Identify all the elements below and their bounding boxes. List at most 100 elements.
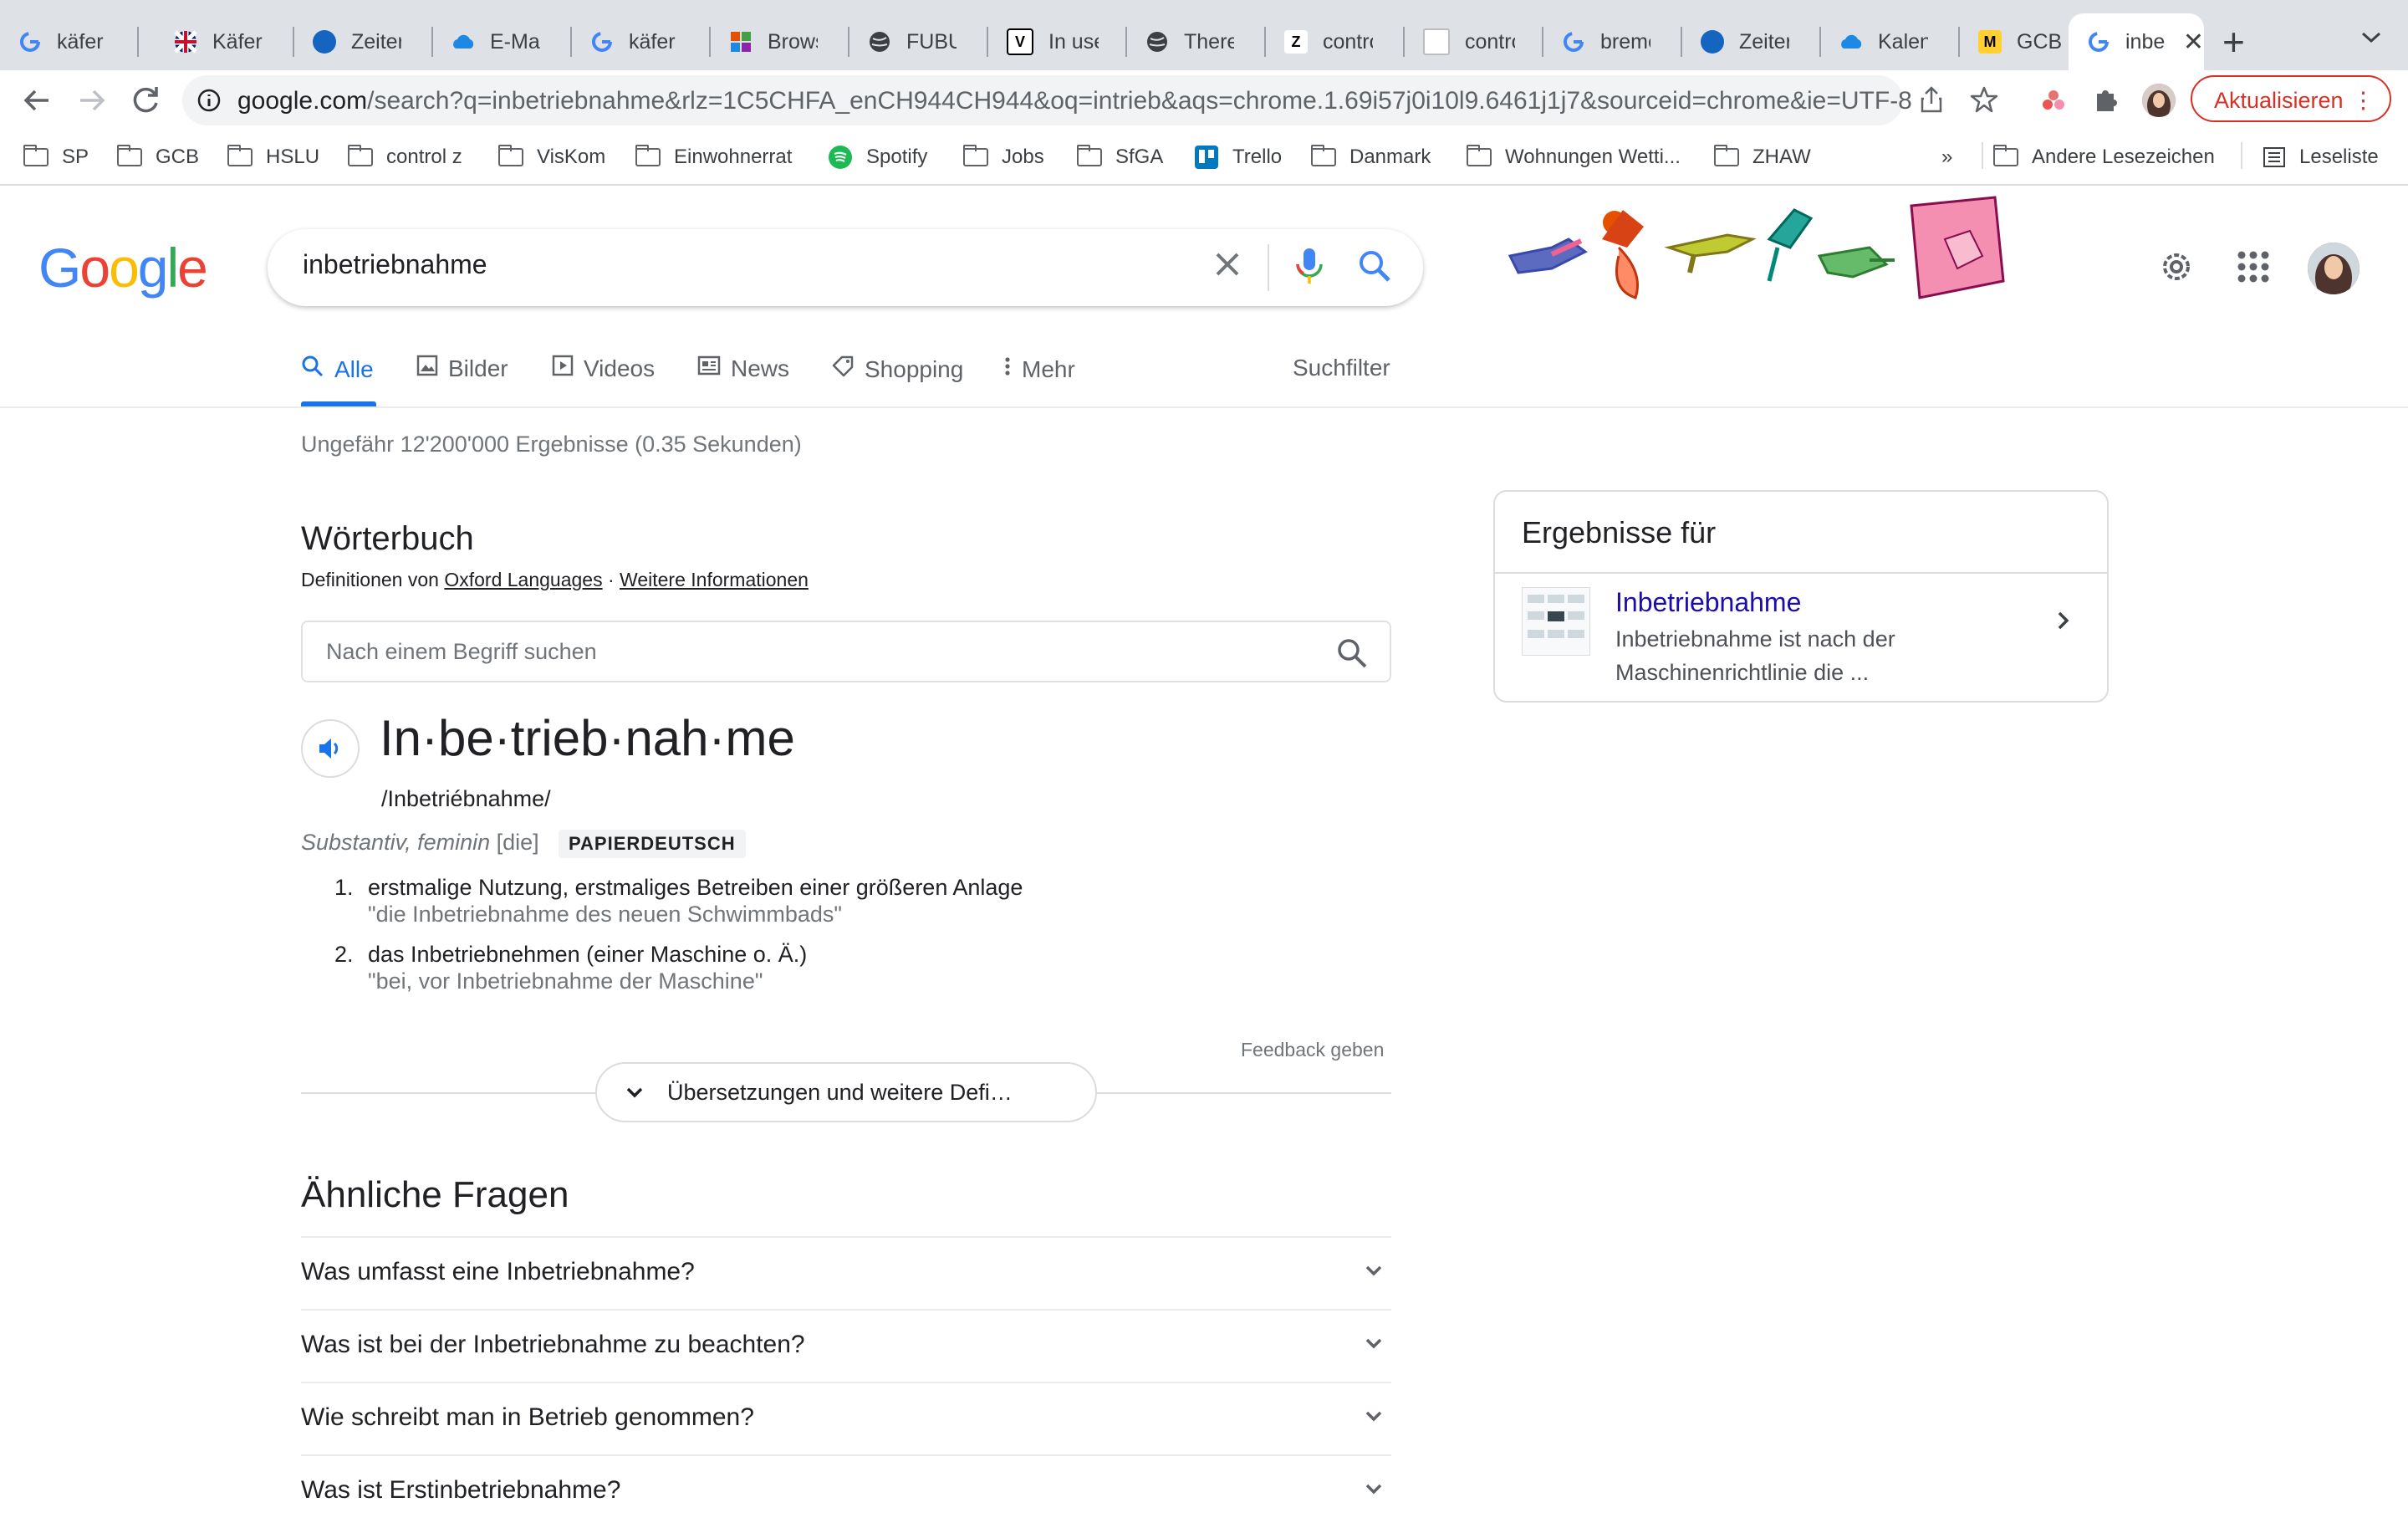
clear-search-icon[interactable]: [1211, 248, 1244, 290]
folder-icon: [1467, 145, 1492, 166]
tab-label: News: [731, 355, 790, 381]
bookmark-folder[interactable]: Wohnungen Wetti...: [1467, 144, 1681, 171]
chevron-down-icon[interactable]: [1361, 1258, 1386, 1283]
definition-text: erstmalige Nutzung, erstmaliges Betreibe…: [368, 875, 1023, 900]
voice-search-mic-icon[interactable]: [1293, 246, 1326, 292]
browser-tab[interactable]: käfer –: [0, 13, 139, 70]
new-tab-button[interactable]: +: [2222, 20, 2245, 64]
bookmark-label: control z: [386, 146, 462, 168]
more-definitions-button[interactable]: Übersetzungen und weitere Defi…: [595, 1062, 1097, 1122]
tab-search-chevron-icon[interactable]: [2360, 25, 2383, 52]
tab-news[interactable]: News: [697, 355, 789, 382]
browser-tab[interactable]: FUBU –: [849, 13, 988, 70]
browser-tab[interactable]: Zcontrol: [1266, 13, 1405, 70]
chevron-down-icon[interactable]: [1361, 1403, 1386, 1428]
related-question-row[interactable]: Was ist Erstinbetriebnahme?: [301, 1454, 1391, 1528]
profile-avatar[interactable]: [2308, 243, 2360, 294]
other-bookmarks-folder[interactable]: Andere Lesezeichen: [1993, 144, 2215, 171]
share-icon[interactable]: [1918, 85, 1945, 118]
bookmark-folder[interactable]: Einwohnerrat: [635, 144, 792, 171]
folder-icon: [1714, 145, 1739, 166]
tab-videos[interactable]: Videos: [552, 355, 655, 382]
bookmark-star-icon[interactable]: [1970, 85, 1998, 118]
google-logo[interactable]: Google: [38, 236, 208, 299]
zeiterfassung-icon: [1701, 30, 1724, 54]
browser-tab-active[interactable]: inbe ✕: [2069, 13, 2204, 70]
chevron-down-icon[interactable]: [1361, 1331, 1386, 1356]
more-info-link[interactable]: Weitere Informationen: [620, 569, 809, 590]
forward-button[interactable]: [72, 80, 112, 120]
tab-mehr[interactable]: Mehr: [1003, 355, 1075, 384]
bookmark-folder[interactable]: SfGA: [1077, 144, 1163, 171]
feedback-link[interactable]: Feedback geben: [1241, 1039, 1384, 1061]
bookmark-folder[interactable]: SP: [23, 144, 89, 171]
logo-letter: g: [137, 237, 169, 299]
browser-tab[interactable]: Kalende: [1821, 13, 1960, 70]
browser-tab[interactable]: käfer –: [572, 13, 711, 70]
browser-tab[interactable]: Browse: [711, 13, 849, 70]
more-vert-icon: ⋮: [2352, 88, 2375, 113]
related-question-row[interactable]: Was ist bei der Inbetriebnahme zu beacht…: [301, 1309, 1391, 1382]
bookmark-folder[interactable]: control z: [348, 144, 462, 171]
search-submit-icon[interactable]: [1356, 248, 1393, 289]
tab-alle[interactable]: Alle: [301, 355, 374, 384]
tools-button[interactable]: Suchfilter: [1293, 355, 1390, 381]
pronunciation-audio-button[interactable]: [301, 719, 360, 778]
tab-title: Käfer in: [212, 29, 263, 54]
trello-icon: [1194, 145, 1219, 170]
chevron-down-icon[interactable]: [1361, 1476, 1386, 1501]
related-question-row[interactable]: Wie schreibt man in Betrieb genommen?: [301, 1382, 1391, 1455]
extension-dots-icon[interactable]: [2040, 87, 2067, 118]
reload-button[interactable]: [125, 80, 166, 120]
search-icon: [301, 355, 324, 384]
google-doodle-tools-image[interactable]: [1502, 189, 2020, 306]
tab-shopping[interactable]: Shopping: [831, 355, 963, 384]
bookmark-folder[interactable]: HSLU: [227, 144, 319, 171]
browser-tab[interactable]: E-Mail: [433, 13, 572, 70]
dictionary-search-icon[interactable]: [1336, 637, 1368, 673]
bookmark-label: ZHAW: [1752, 146, 1811, 168]
bookmark-spotify[interactable]: Spotify: [828, 144, 927, 171]
bookmarks-divider: [1982, 142, 1983, 169]
bookmark-folder[interactable]: ZHAW: [1714, 144, 1811, 171]
browser-tab[interactable]: Zeiterfa: [294, 13, 433, 70]
result-link[interactable]: Inbetriebnahme: [1615, 587, 1801, 618]
update-chrome-button[interactable]: Aktualisieren ⋮: [2191, 75, 2391, 122]
browser-tab[interactable]: bremer: [1543, 13, 1682, 70]
bookmark-trello[interactable]: Trello: [1194, 144, 1282, 171]
google-apps-grid-icon[interactable]: [2236, 249, 2271, 284]
browser-tab[interactable]: M GCB LC: [1960, 13, 2069, 70]
browser-tab[interactable]: V In use: [988, 13, 1127, 70]
chevron-right-icon[interactable]: [2050, 607, 2077, 634]
dictionary-search-placeholder[interactable]: Nach einem Begriff suchen: [326, 639, 597, 665]
tab-bilder[interactable]: Bilder: [416, 355, 508, 382]
oxford-languages-link[interactable]: Oxford Languages: [444, 569, 602, 590]
search-input[interactable]: inbetriebnahme: [303, 249, 487, 280]
bookmark-folder[interactable]: Danmark: [1311, 144, 1431, 171]
url-text[interactable]: google.com/search?q=inbetriebnahme&rlz=1…: [237, 87, 1912, 115]
folder-icon: [498, 145, 523, 166]
settings-gear-icon[interactable]: [2157, 248, 2196, 286]
tab-close-icon[interactable]: ✕: [2183, 28, 2204, 57]
related-question-row[interactable]: Was umfasst eine Inbetriebnahme?: [301, 1236, 1391, 1310]
reading-list-button[interactable]: Leseliste: [2263, 144, 2379, 171]
tab-label: Mehr: [1022, 355, 1075, 382]
browser-tab[interactable]: Zeiterfa: [1682, 13, 1821, 70]
browser-tab[interactable]: control: [1405, 13, 1543, 70]
browser-tab[interactable]: There A: [1127, 13, 1266, 70]
tab-title: käfer –: [629, 29, 679, 54]
bookmark-folder[interactable]: Jobs: [963, 144, 1044, 171]
forward-arrow-icon: [80, 89, 105, 111]
bookmark-folder[interactable]: VisKom: [498, 144, 605, 171]
site-info-icon[interactable]: [196, 87, 222, 118]
zeiterfassung-icon: [313, 30, 336, 54]
definition-number: 1.: [334, 875, 354, 900]
url-host: google.com: [237, 87, 368, 115]
browser-tab[interactable]: Käfer in: [156, 13, 294, 70]
back-button[interactable]: [17, 80, 57, 120]
result-thumbnail[interactable]: [1522, 587, 1590, 656]
extensions-puzzle-icon[interactable]: [2092, 85, 2120, 118]
bookmarks-overflow-button[interactable]: »: [1941, 144, 1952, 171]
bookmark-folder[interactable]: GCB: [117, 144, 199, 171]
profile-avatar-small[interactable]: [2142, 84, 2176, 117]
